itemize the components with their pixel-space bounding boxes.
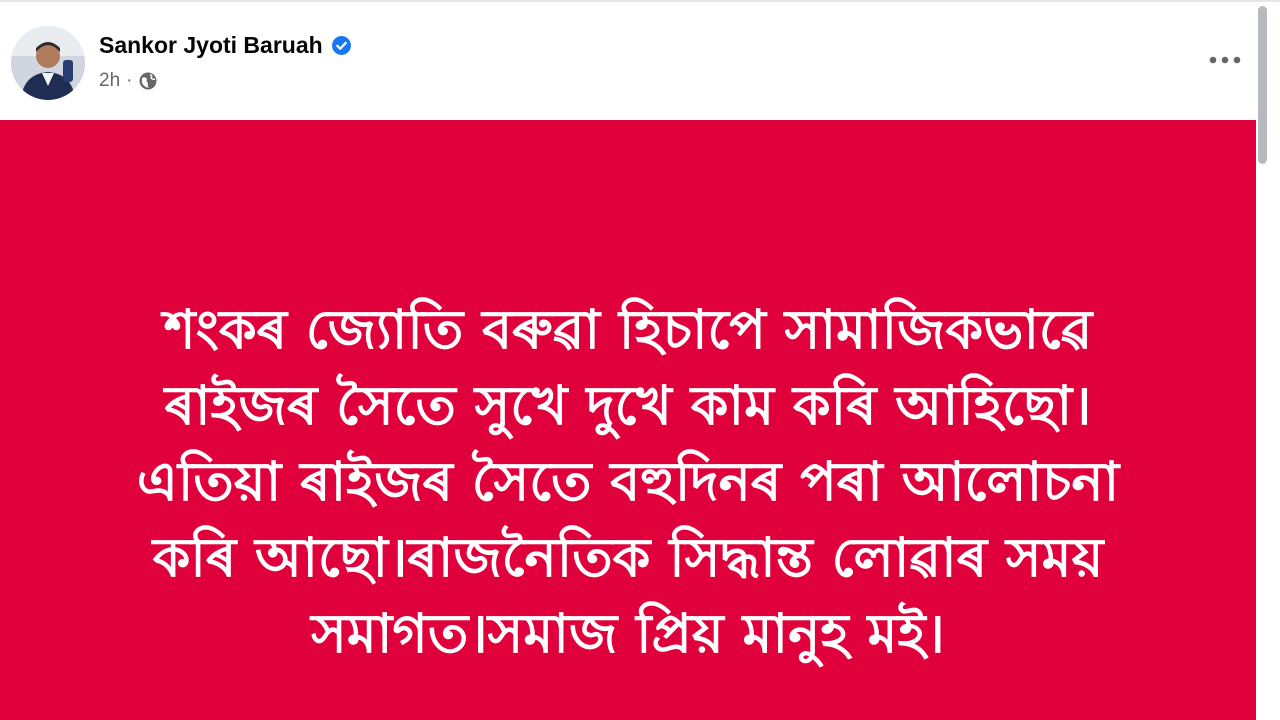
author-avatar[interactable]	[11, 26, 85, 100]
post-text-line: কৰি আছো।ৰাজনৈতিক সিদ্ধান্ত লোৱাৰ সময়	[152, 526, 1104, 589]
author-name[interactable]: Sankor Jyoti Baruah	[99, 32, 352, 59]
avatar-photo-icon	[11, 26, 85, 100]
post-text-line: সমাগত।সমাজ প্ৰিয় মানুহ মই।	[311, 602, 945, 665]
globe-icon[interactable]	[138, 71, 158, 91]
post-timestamp[interactable]: 2h	[99, 70, 120, 92]
verified-badge-icon	[331, 36, 351, 55]
scrollbar-thumb[interactable]	[1258, 6, 1267, 164]
more-options-button[interactable]	[1200, 42, 1250, 78]
meta-separator: ·	[126, 70, 133, 91]
post-meta: 2h ·	[99, 70, 158, 92]
post-text-line: শংকৰ জ্যোতি বৰুৱা হিচাপে সামাজিকভাৱে	[163, 298, 1093, 361]
more-options-icon	[1209, 56, 1241, 64]
post-text-line: ৰাইজৰ সৈতে সুখে দুখে কাম কৰি আহিছো।	[164, 374, 1092, 437]
author-name-text[interactable]: Sankor Jyoti Baruah	[99, 32, 323, 59]
post-text: শংকৰ জ্যোতি বৰুৱা হিচাপে সামাজিকভাৱে ৰাই…	[40, 292, 1216, 672]
post-text-line: এতিয়া ৰাইজৰ সৈতে বহুদিনৰ পৰা আলোচনা	[136, 450, 1120, 513]
post-header: Sankor Jyoti Baruah 2h ·	[0, 2, 1280, 120]
